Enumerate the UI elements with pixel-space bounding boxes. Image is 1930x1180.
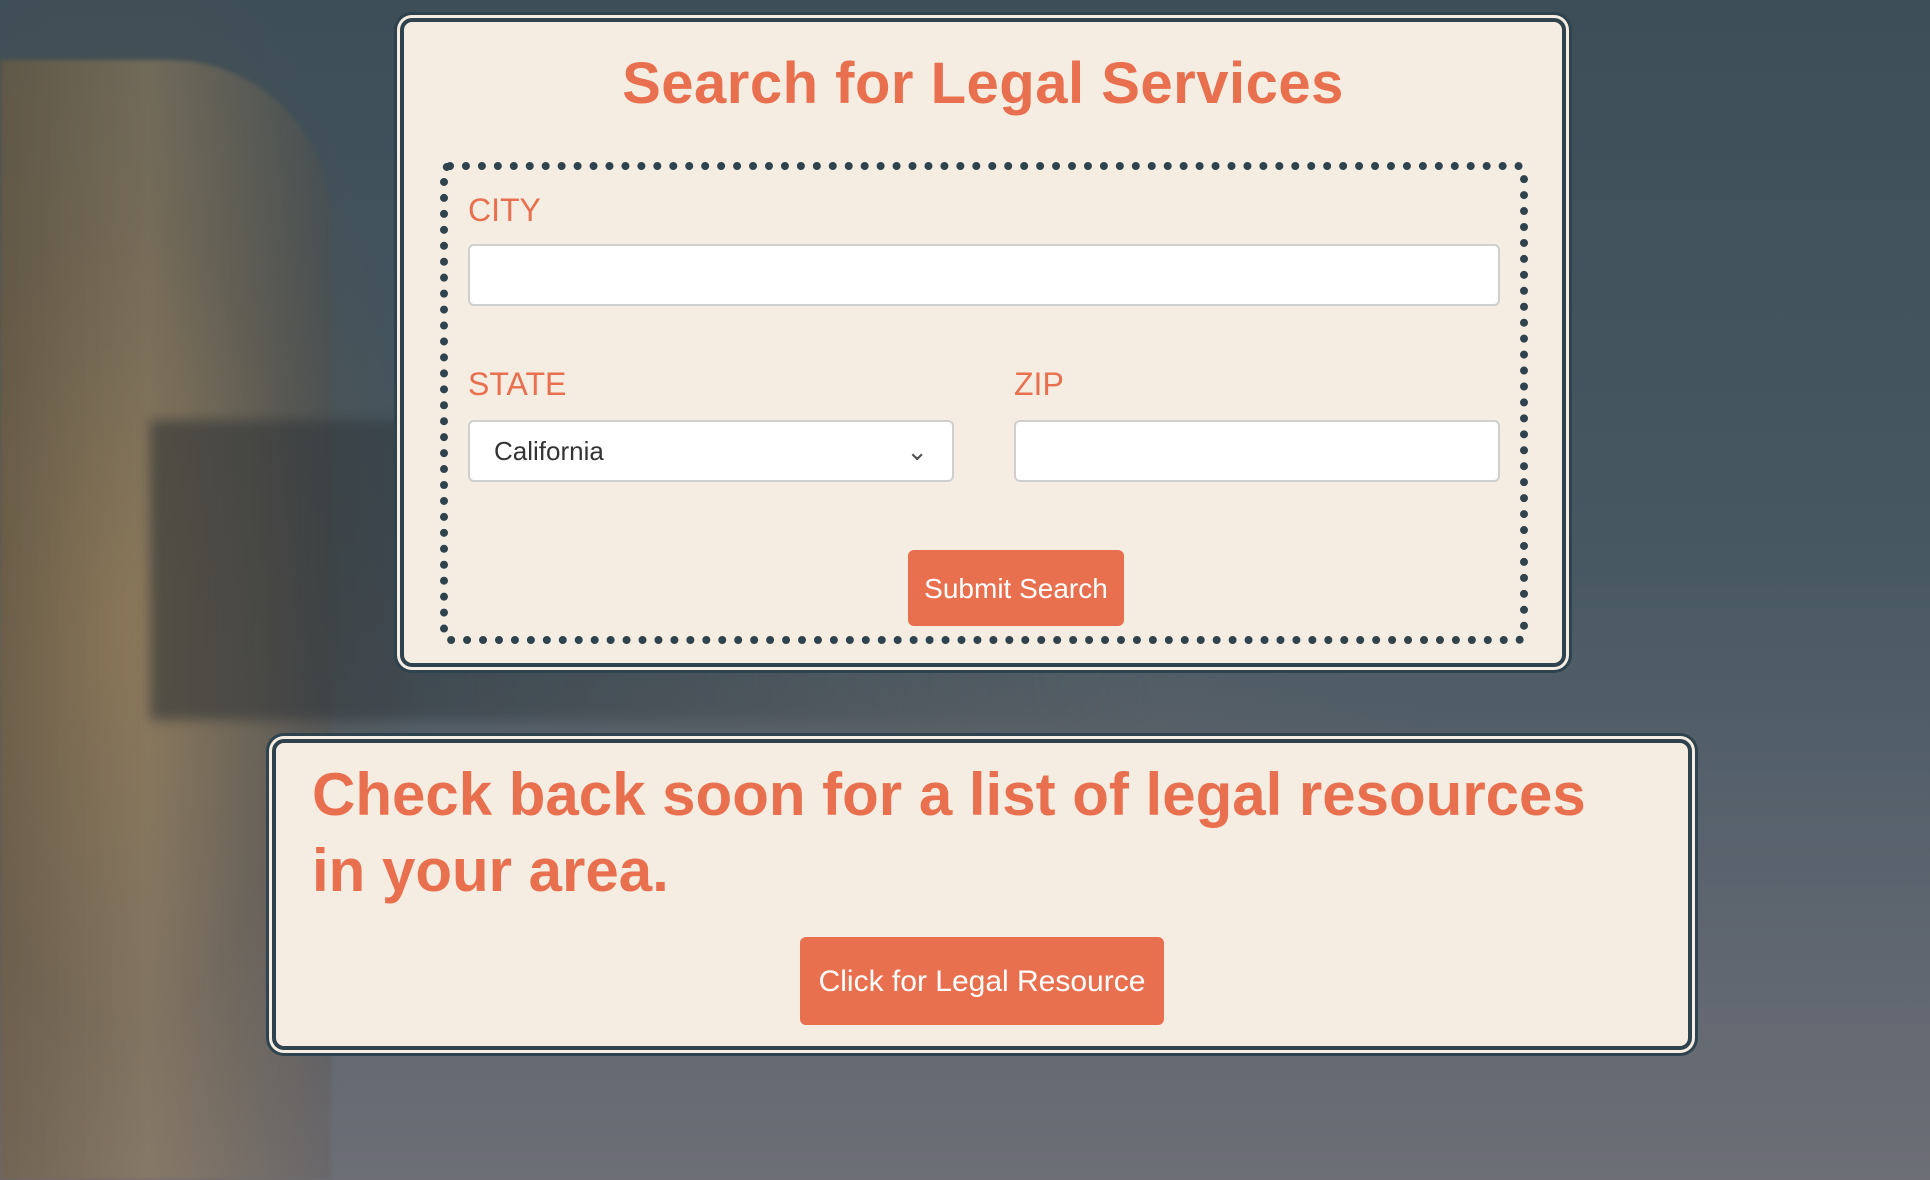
- state-select[interactable]: California ⌄: [468, 420, 954, 482]
- city-input[interactable]: [468, 244, 1500, 306]
- zip-label: ZIP: [1014, 366, 1064, 402]
- state-select-value: California: [494, 435, 604, 466]
- resources-heading: Check back soon for a list of legal reso…: [312, 761, 1586, 904]
- state-label: STATE: [468, 366, 567, 402]
- search-form: CITY STATE California ⌄ ZIP Submit Searc…: [440, 162, 1528, 644]
- search-card: Search for Legal Services CITY STATE Cal…: [400, 18, 1566, 667]
- submit-search-button[interactable]: Submit Search: [908, 550, 1124, 626]
- chevron-down-icon: ⌄: [906, 436, 928, 466]
- resources-card: Check back soon for a list of legal reso…: [272, 739, 1692, 1050]
- search-title: Search for Legal Services: [622, 51, 1344, 116]
- city-label: CITY: [468, 192, 541, 228]
- zip-input[interactable]: [1014, 420, 1500, 482]
- legal-resource-button[interactable]: Click for Legal Resource: [800, 937, 1164, 1025]
